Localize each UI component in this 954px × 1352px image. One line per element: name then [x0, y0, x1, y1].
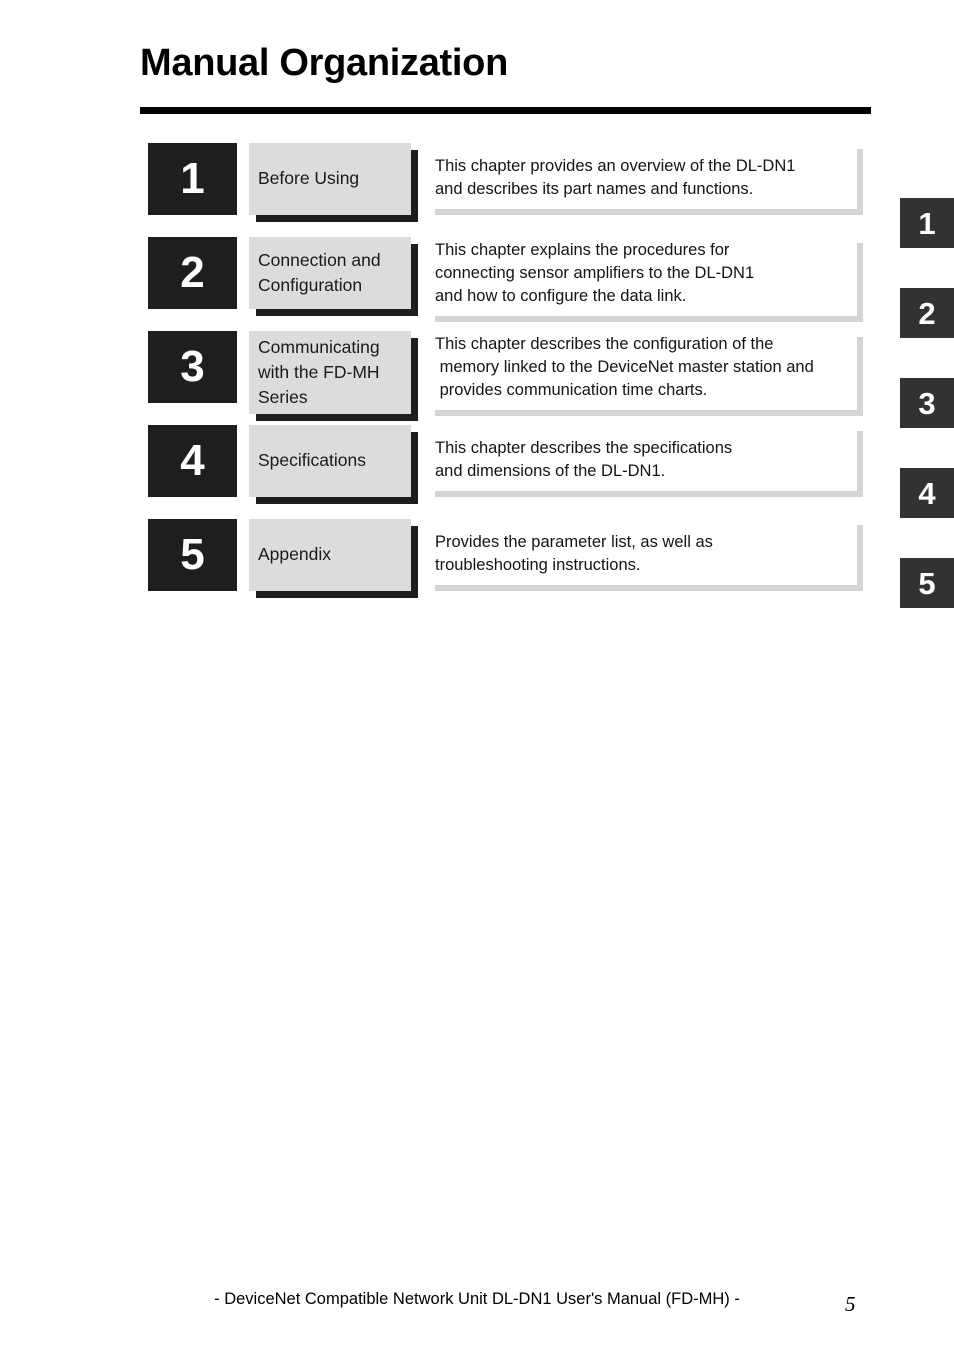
chapter-title-plate-wrap: Specifications: [249, 425, 411, 497]
chapter-description-line: This chapter explains the procedures for: [435, 241, 730, 259]
chapter-title-line: Appendix: [258, 544, 331, 564]
chapter-number-badge: 3: [148, 331, 237, 403]
chapter-title-line: with the FD-MH: [258, 362, 380, 382]
chapter-number-badge: 5: [148, 519, 237, 591]
side-tab-2: 2: [900, 288, 954, 338]
chapter-title-plate: Connection and Configuration: [249, 237, 411, 309]
chapter-description-line: troubleshooting instructions.: [435, 556, 641, 574]
chapter-description-line: This chapter provides an overview of the…: [435, 157, 796, 175]
chapter-title-line: Series: [258, 387, 308, 407]
chapter-description-panel: This chapter provides an overview of the…: [429, 143, 857, 209]
chapter-number-badge: 2: [148, 237, 237, 309]
chapter-description-line: memory linked to the DeviceNet master st…: [435, 358, 814, 376]
chapter-title-plate: Before Using: [249, 143, 411, 215]
chapter-description-line: and how to configure the data link.: [435, 287, 687, 305]
side-tab-1: 1: [900, 198, 954, 248]
chapter-title-line: Before Using: [258, 168, 360, 188]
chapter-description-wrap: Provides the parameter list, as well as t…: [429, 519, 857, 585]
chapter-description-panel: This chapter describes the configuration…: [429, 331, 857, 410]
chapter-title-line: Specifications: [258, 450, 366, 470]
side-tab-4: 4: [900, 468, 954, 518]
chapter-description-line: and dimensions of the DL-DN1.: [435, 462, 666, 480]
footer-page-number: 5: [845, 1292, 856, 1316]
chapter-description-wrap: This chapter explains the procedures for…: [429, 237, 857, 316]
chapter-description-line: provides communication time charts.: [435, 381, 708, 399]
chapter-description-panel: Provides the parameter list, as well as t…: [429, 519, 857, 585]
chapter-title-plate: Appendix: [249, 519, 411, 591]
chapter-description-wrap: This chapter describes the configuration…: [429, 331, 857, 410]
chapter-title-plate: Communicating with the FD-MH Series: [249, 331, 411, 414]
footer-manual-note: - DeviceNet Compatible Network Unit DL-D…: [214, 1290, 740, 1308]
chapter-title-line: Configuration: [258, 275, 363, 295]
title-rule-divider: [140, 107, 871, 114]
chapter-description-line: This chapter describes the specification…: [435, 439, 733, 457]
page-title: Manual Organization: [140, 42, 508, 84]
chapter-title-line: Connection and: [258, 250, 381, 270]
chapter-description-line: connecting sensor amplifiers to the DL-D…: [435, 264, 755, 282]
chapter-description-panel: This chapter explains the procedures for…: [429, 237, 857, 316]
chapter-description-wrap: This chapter describes the specification…: [429, 425, 857, 491]
side-tab-3: 3: [900, 378, 954, 428]
chapter-description-line: This chapter describes the configuration…: [435, 335, 774, 353]
chapter-title-plate-wrap: Connection and Configuration: [249, 237, 411, 309]
chapter-description-panel: This chapter describes the specification…: [429, 425, 857, 491]
chapter-title-plate-wrap: Before Using: [249, 143, 411, 215]
chapter-title-plate-wrap: Appendix: [249, 519, 411, 591]
chapter-description-wrap: This chapter provides an overview of the…: [429, 143, 857, 209]
chapter-title-line: Communicating: [258, 337, 380, 357]
chapter-number-badge: 1: [148, 143, 237, 215]
side-tab-5: 5: [900, 558, 954, 608]
chapter-title-plate: Specifications: [249, 425, 411, 497]
chapter-description-line: and describes its part names and functio…: [435, 180, 754, 198]
chapter-description-line: Provides the parameter list, as well as: [435, 533, 713, 551]
chapter-title-plate-wrap: Communicating with the FD-MH Series: [249, 331, 411, 414]
chapter-number-badge: 4: [148, 425, 237, 497]
